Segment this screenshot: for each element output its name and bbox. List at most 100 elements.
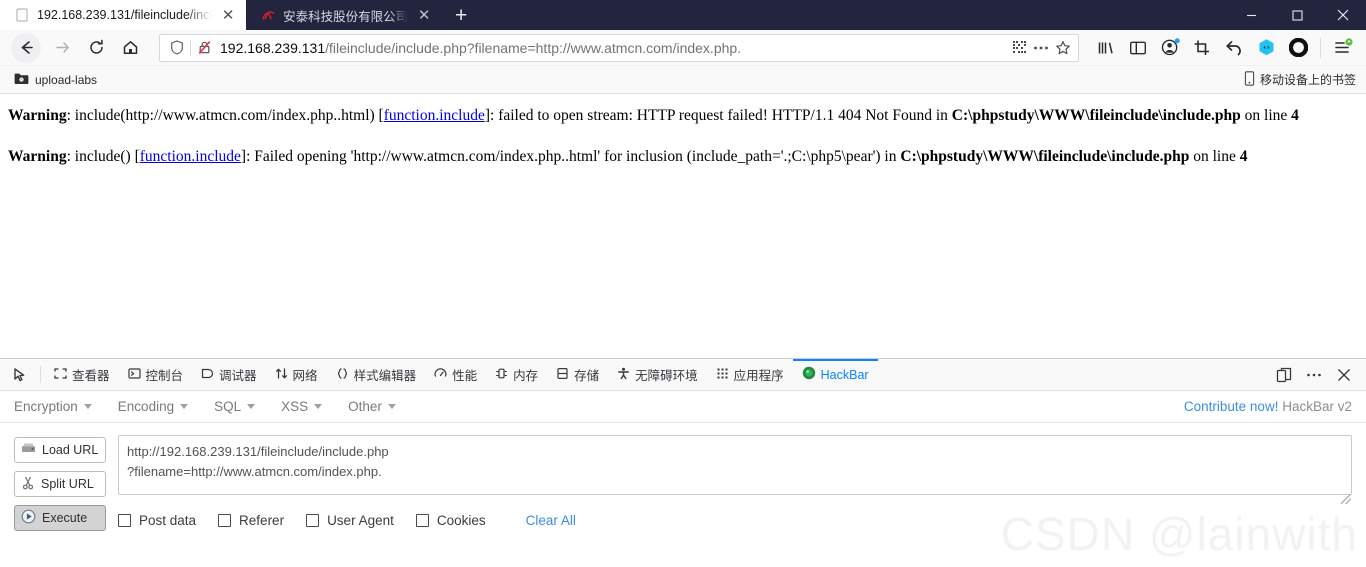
maximize-button[interactable] [1274,0,1320,30]
chevron-down-icon [83,404,92,409]
post-data-option[interactable]: Post data [118,513,196,528]
warning-2-link[interactable]: function.include [140,148,241,165]
insecure-lock-icon[interactable] [193,38,215,58]
devtools-tab-debugger[interactable]: 调试器 [192,359,266,390]
browser-tab-2[interactable]: 安泰科技股份有限公司 ✕ [246,0,442,30]
hackbar-menu-other[interactable]: Other [348,399,396,414]
warning-1-link[interactable]: function.include [384,107,485,124]
url-host: 192.168.239.131 [220,39,326,56]
star-icon[interactable] [1052,38,1074,58]
url-divider [190,39,191,56]
hackbar-menu-encoding[interactable]: Encoding [118,399,189,414]
warning-1-path: C:\phpstudy\WWW\fileinclude\include.php [951,107,1241,124]
devtools-tab-label: 查看器 [72,369,110,383]
title-bar: 192.168.239.131/fileinclude/incl ✕ 安泰科技股… [0,0,1366,30]
close-icon[interactable] [1330,359,1358,391]
new-tab-button[interactable]: + [446,0,476,30]
back-arrow-icon[interactable] [11,32,41,63]
chevron-down-icon [314,404,323,409]
warning-1-seg2: ]: failed to open stream: HTTP request f… [484,107,952,124]
execute-button[interactable]: Execute [14,505,106,531]
bookmark-item-upload-labs[interactable]: upload-labs [8,70,103,90]
library-icon[interactable] [1090,33,1122,63]
devtools-tab-performance[interactable]: 性能 [425,359,486,390]
app-menu-icon[interactable] [1327,33,1359,63]
qr-code-icon[interactable] [1008,38,1030,58]
screenshot-crop-icon[interactable] [1186,33,1218,63]
devtools-tab-style-editor[interactable]: 样式编辑器 [327,359,426,390]
devtools-tabbar: 查看器 控制台 调试器 网络 样式编辑器 性能 内存 存储 无障碍环境 应用程序… [0,359,1366,391]
browser-tab-1[interactable]: 192.168.239.131/fileinclude/incl ✕ [0,0,247,30]
forward-arrow-icon[interactable] [45,33,79,63]
navigation-toolbar: 192.168.239.131/fileinclude/include.php?… [0,30,1366,66]
textarea-resize-grip[interactable] [1341,494,1351,504]
account-icon[interactable] [1154,33,1186,63]
dock-toggle-icon[interactable] [1270,359,1298,391]
devtools-tab-memory[interactable]: 内存 [486,359,547,390]
cookies-checkbox[interactable] [415,514,429,527]
toolbar-divider [1320,37,1321,58]
php-warning-1: Warning: include(http://www.atmcn.com/in… [8,106,1358,125]
user-agent-option[interactable]: User Agent [306,513,394,528]
devtools-tab-storage[interactable]: 存储 [547,359,608,390]
hackbar-body: Load URL Split URL Execute http://192.16… [0,423,1366,557]
chevron-down-icon [387,404,396,409]
hexagon-extension-icon[interactable] [1250,33,1282,63]
mobile-bookmarks-item[interactable]: 移动设备上的书签 [1244,70,1356,89]
address-bar[interactable]: 192.168.239.131/fileinclude/include.php?… [159,33,1079,62]
devtools-tab-console[interactable]: 控制台 [119,359,193,390]
devtools-tab-network[interactable]: 网络 [266,359,327,390]
hackbar-url-textarea[interactable]: http://192.168.239.131/fileinclude/inclu… [118,435,1352,495]
browser-tab-1-close-icon[interactable]: ✕ [218,5,238,25]
warning-1-prefix: Warning [8,107,67,124]
devtools-divider [40,366,41,383]
home-icon[interactable] [113,33,147,63]
hackbar-menu-xss[interactable]: XSS [281,399,323,414]
cookies-option[interactable]: Cookies [415,513,486,528]
hackbar-menubar: Encryption Encoding SQL XSS Other Contri… [0,391,1366,423]
undo-icon[interactable] [1218,33,1250,63]
load-url-button[interactable]: Load URL [14,437,106,463]
referer-checkbox[interactable] [218,514,232,527]
debugger-icon [201,367,214,383]
devtools-tab-label: 存储 [574,369,600,383]
devtools-tab-label: 应用程序 [733,369,784,383]
bookmarks-toolbar: upload-labs 移动设备上的书签 [0,66,1366,94]
hackbar-version-label: HackBar v2 [1282,399,1352,414]
split-url-icon [21,476,35,493]
split-url-button[interactable]: Split URL [14,471,106,497]
page-content: Warning: include(http://www.atmcn.com/in… [0,94,1366,358]
clear-all-link[interactable]: Clear All [526,513,576,528]
hackbar-input-column: http://192.168.239.131/fileinclude/inclu… [118,435,1352,557]
devtools-tab-inspector[interactable]: 查看器 [45,359,119,390]
close-button[interactable] [1320,0,1366,30]
tracking-shield-icon[interactable] [166,38,188,58]
bookmark-item-label: upload-labs [35,72,98,87]
contribute-link[interactable]: Contribute now! [1184,399,1279,414]
reload-icon[interactable] [79,33,113,63]
page-actions-icon[interactable] [1030,38,1052,58]
circle-extension-icon[interactable] [1282,33,1314,63]
sidebar-icon[interactable] [1122,33,1154,63]
browser-tab-2-close-icon[interactable]: ✕ [414,5,434,25]
minimize-button[interactable] [1228,0,1274,30]
devtools-tab-hackbar[interactable]: HackBar [793,359,878,390]
mobile-device-icon [1244,70,1255,89]
execute-icon [21,509,36,527]
warning-2-seg1: : include() [ [66,148,140,166]
application-icon [716,367,729,383]
referer-label: Referer [239,513,285,528]
hackbar-menu-encryption[interactable]: Encryption [14,399,92,414]
referer-option[interactable]: Referer [218,513,284,528]
accessibility-icon [617,367,630,383]
post-data-checkbox[interactable] [118,514,131,527]
user-agent-checkbox[interactable] [306,514,320,527]
element-picker-icon[interactable] [4,359,36,390]
more-options-icon[interactable] [1300,359,1328,391]
hackbar-menu-label: SQL [214,399,242,414]
hackbar-options-row: Post data Referer User Agent Cookies Cle… [118,513,1352,528]
devtools-tab-accessibility[interactable]: 无障碍环境 [608,359,707,390]
devtools-tab-application[interactable]: 应用程序 [707,359,793,390]
warning-2-seg3: on line [1189,148,1240,166]
hackbar-menu-sql[interactable]: SQL [214,399,256,414]
